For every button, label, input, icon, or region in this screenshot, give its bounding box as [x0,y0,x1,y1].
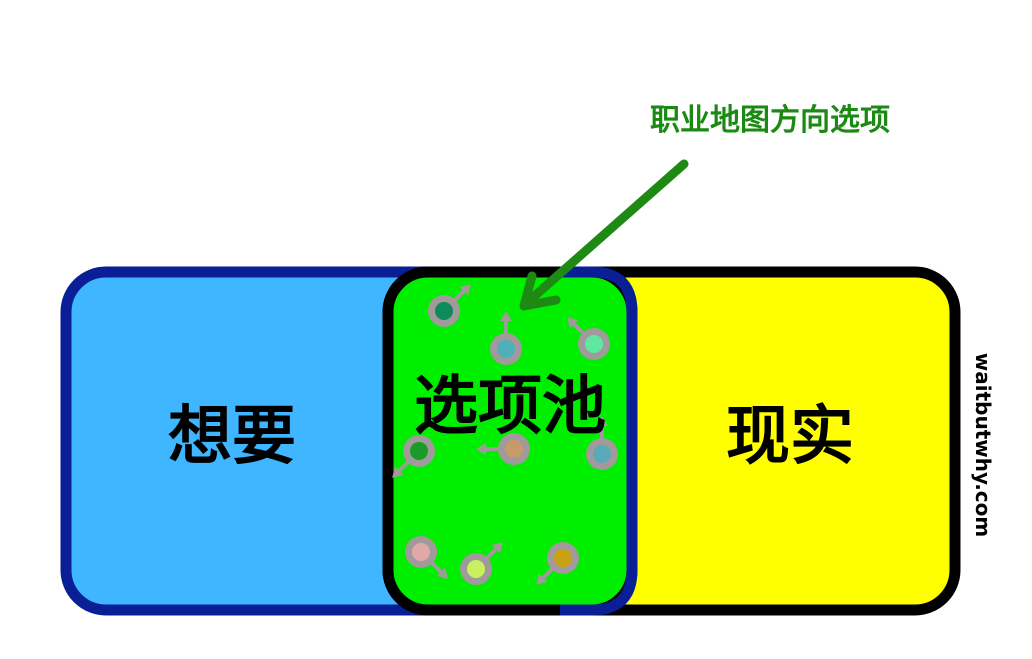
callout-label: 职业地图方向选项 [650,103,890,138]
want-label: 想要 [168,400,296,474]
watermark: waitbutwhy.com [971,353,995,537]
venn-diagram: 想要 选项池 现实 职业地图方向选项 waitbutwhy.com [60,103,995,616]
reality-label: 现实 [726,400,854,474]
pool-label: 选项池 [414,370,606,444]
